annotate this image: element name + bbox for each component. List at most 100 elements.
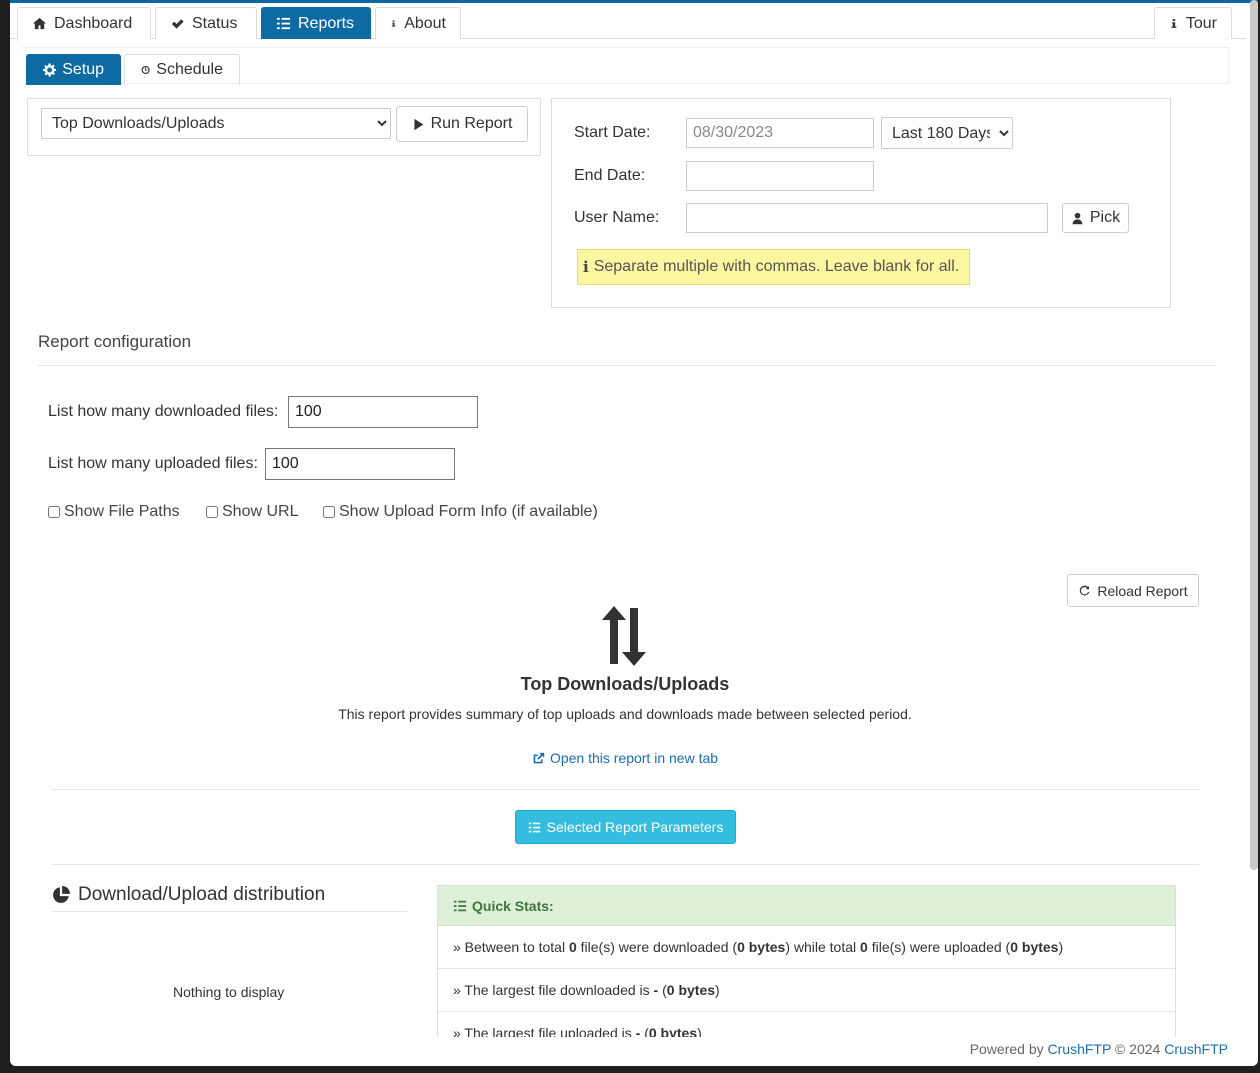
- stats-text-part: » The largest file downloaded is: [453, 982, 654, 998]
- downloaded-count-input[interactable]: [288, 396, 478, 428]
- footer-copyright: © 2024: [1111, 1041, 1165, 1057]
- info-icon: i: [583, 258, 589, 276]
- stats-text-part: ): [715, 982, 720, 998]
- report-select-panel: Top Downloads/Uploads Run Report: [27, 98, 541, 156]
- stats-uploaded-count: 0: [860, 939, 868, 955]
- subtab-setup-label: Setup: [62, 61, 104, 78]
- start-date-input[interactable]: [686, 118, 874, 148]
- open-report-new-tab-link[interactable]: Open this report in new tab: [532, 750, 718, 766]
- list-icon: [528, 822, 540, 832]
- user-name-label: User Name:: [574, 209, 660, 226]
- show-file-paths-checkbox[interactable]: Show File Paths: [48, 503, 180, 521]
- main-tabs: Dashboard Status Reports About Tour: [10, 7, 1246, 39]
- uploaded-count-input[interactable]: [265, 448, 455, 480]
- tab-status[interactable]: Status: [155, 7, 257, 39]
- pick-user-label: Pick: [1089, 209, 1121, 226]
- footer-prefix: Powered by: [969, 1041, 1048, 1057]
- divider: [51, 789, 1199, 790]
- end-date-label: End Date:: [574, 167, 646, 184]
- list-icon: [276, 17, 291, 30]
- show-upload-form-label: Show Upload Form Info (if available): [339, 503, 598, 520]
- distribution-title: Download/Upload distribution: [52, 884, 325, 906]
- reload-report-button[interactable]: Reload Report: [1067, 574, 1199, 607]
- home-icon: [32, 17, 47, 30]
- quick-stats-title: Quick Stats:: [472, 897, 554, 914]
- tab-about[interactable]: About: [375, 7, 461, 39]
- user-name-input[interactable]: [686, 203, 1048, 233]
- tab-about-label: About: [404, 14, 446, 32]
- crushftp-link[interactable]: CrushFTP: [1164, 1041, 1228, 1057]
- tab-dashboard-label: Dashboard: [54, 14, 133, 32]
- start-date-label: Start Date:: [574, 124, 651, 141]
- check-icon: [171, 19, 184, 29]
- stats-row-totals: » Between to total 0 file(s) were downlo…: [438, 926, 1175, 969]
- run-report-button[interactable]: Run Report: [396, 106, 528, 142]
- show-file-paths-label: Show File Paths: [64, 503, 180, 520]
- pie-chart-icon: [53, 886, 70, 903]
- stats-text-part: ) while total: [785, 939, 861, 955]
- subtab-setup[interactable]: Setup: [26, 54, 121, 85]
- show-url-checkbox[interactable]: Show URL: [206, 503, 298, 521]
- refresh-icon: [1080, 585, 1090, 596]
- user-icon: [1072, 212, 1083, 224]
- report-description: This report provides summary of top uplo…: [338, 706, 912, 722]
- selected-report-parameters-label: Selected Report Parameters: [546, 819, 724, 835]
- clock-icon: [141, 65, 150, 75]
- show-upload-form-check[interactable]: [323, 506, 335, 518]
- reload-report-label: Reload Report: [1097, 582, 1188, 599]
- play-icon: [414, 118, 423, 130]
- report-type-select[interactable]: Top Downloads/Uploads: [41, 108, 391, 139]
- stats-text: » Between to total 0 file(s) were downlo…: [453, 939, 1063, 955]
- info-icon: [391, 20, 396, 27]
- user-hint: i Separate multiple with commas. Leave b…: [577, 249, 970, 285]
- tab-reports[interactable]: Reports: [261, 7, 371, 39]
- tab-dashboard[interactable]: Dashboard: [17, 7, 151, 39]
- stats-text-part: » Between to total: [453, 939, 569, 955]
- app-window: Dashboard Status Reports About Tour Setu…: [10, 0, 1258, 1066]
- tab-tour-label: Tour: [1185, 14, 1217, 32]
- open-report-new-tab-label: Open this report in new tab: [549, 750, 719, 766]
- divider: [38, 365, 1216, 366]
- info-icon: [1171, 19, 1177, 28]
- filters-panel: Start Date: Last 180 Days End Date: User…: [551, 98, 1171, 308]
- stats-text-part: file(s) were uploaded (: [867, 939, 1011, 955]
- external-link-icon: [533, 752, 545, 763]
- open-link-row: Open this report in new tab: [10, 750, 1249, 770]
- sort-arrows-icon: [602, 606, 646, 666]
- report-config-title: Report configuration: [38, 332, 192, 351]
- user-hint-text: Separate multiple with commas. Leave bla…: [593, 258, 960, 275]
- show-file-paths-check[interactable]: [48, 506, 60, 518]
- pick-user-button[interactable]: Pick: [1062, 203, 1129, 233]
- run-report-label: Run Report: [430, 115, 513, 132]
- stats-text-part: file(s) were downloaded (: [576, 939, 738, 955]
- gear-icon: [43, 63, 57, 77]
- downloaded-count-label: List how many downloaded files:: [48, 403, 279, 420]
- distribution-title-text: Download/Upload distribution: [78, 884, 326, 905]
- list-icon: [453, 900, 467, 911]
- stats-downloaded-bytes: 0 bytes: [737, 939, 786, 955]
- show-url-check[interactable]: [206, 506, 218, 518]
- stats-text-part: ): [1058, 939, 1064, 955]
- stats-largest-download-bytes: 0 bytes: [666, 982, 716, 998]
- date-range-select[interactable]: Last 180 Days: [881, 117, 1013, 149]
- subtab-schedule-label: Schedule: [156, 61, 223, 78]
- uploaded-count-label: List how many uploaded files:: [48, 455, 258, 472]
- divider: [51, 911, 407, 912]
- divider: [51, 864, 1199, 865]
- subtab-schedule[interactable]: Schedule: [124, 54, 240, 85]
- show-upload-form-checkbox[interactable]: Show Upload Form Info (if available): [323, 503, 598, 521]
- scrollbar[interactable]: [1250, 0, 1258, 870]
- top-accent-bar: [10, 0, 1258, 3]
- end-date-input[interactable]: [686, 161, 874, 191]
- tab-tour[interactable]: Tour: [1154, 7, 1232, 39]
- quick-stats-header: Quick Stats:: [438, 886, 1175, 926]
- stats-row-largest-download: » The largest file downloaded is - (0 by…: [438, 969, 1175, 1012]
- nothing-to-display: Nothing to display: [173, 984, 285, 1000]
- selected-report-parameters-button[interactable]: Selected Report Parameters: [515, 810, 736, 844]
- stats-uploaded-bytes: 0 bytes: [1010, 939, 1059, 955]
- stats-text-part: (: [658, 982, 667, 998]
- tab-status-label: Status: [192, 14, 238, 32]
- crushftp-link[interactable]: CrushFTP: [1048, 1041, 1112, 1057]
- show-url-label: Show URL: [222, 503, 299, 520]
- tab-reports-label: Reports: [298, 14, 355, 32]
